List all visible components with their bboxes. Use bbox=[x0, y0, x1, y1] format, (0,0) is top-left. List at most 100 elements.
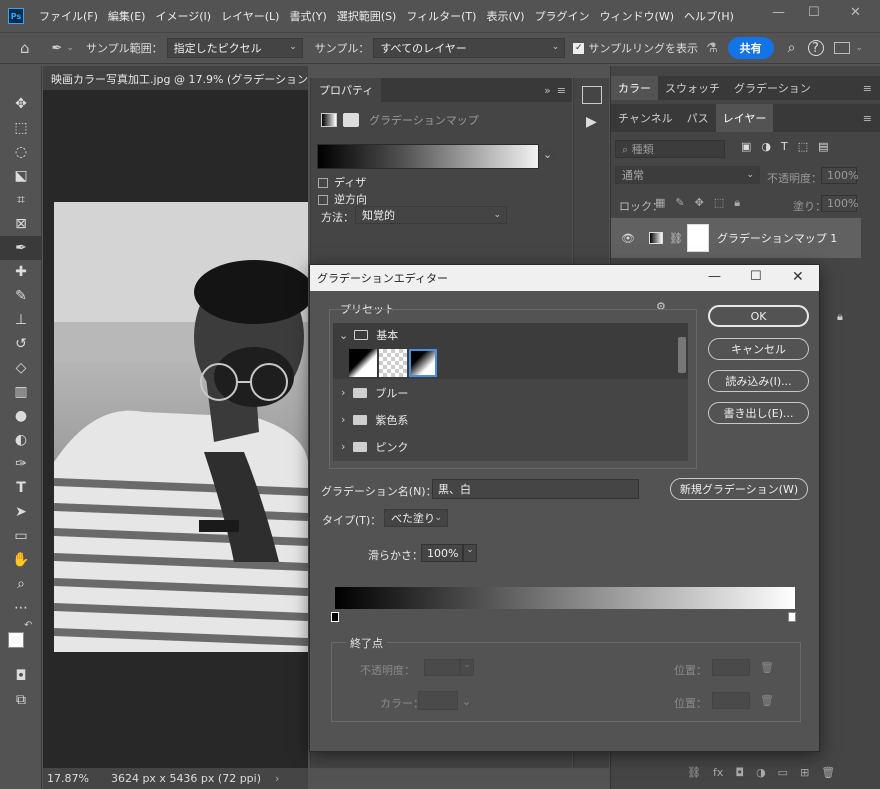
menu-type[interactable]: 書式(Y) bbox=[284, 8, 331, 24]
reverse-checkbox[interactable] bbox=[318, 195, 328, 205]
dither-row[interactable]: ディザ bbox=[318, 174, 366, 190]
load-button[interactable]: 読み込み(I)... bbox=[708, 370, 809, 392]
preset-swatch[interactable] bbox=[349, 349, 377, 377]
chevron-right-icon[interactable]: › bbox=[275, 772, 279, 785]
hand-tool-icon[interactable]: ✋ bbox=[0, 548, 42, 572]
show-ring-checkbox[interactable]: ✓ bbox=[573, 42, 585, 54]
brush-tool-icon[interactable]: ✎ bbox=[0, 284, 42, 308]
menu-plugins[interactable]: プラグイン bbox=[530, 8, 595, 24]
artboard-icon[interactable]: ⬚ bbox=[714, 196, 724, 210]
tab-color[interactable]: カラー bbox=[611, 76, 658, 100]
chevron-down-icon[interactable]: ⌄ bbox=[541, 148, 555, 161]
workspace-icon[interactable] bbox=[833, 42, 850, 54]
color-stop-right[interactable] bbox=[788, 612, 796, 622]
menu-filter[interactable]: フィルター(T) bbox=[401, 8, 481, 24]
tab-paths[interactable]: パス bbox=[680, 106, 716, 130]
smart-object-filter-icon[interactable]: ▤ bbox=[818, 140, 828, 153]
path-select-tool-icon[interactable]: ➤ bbox=[0, 500, 42, 524]
menu-select[interactable]: 選択範囲(S) bbox=[332, 8, 402, 24]
eraser-tool-icon[interactable]: ◇ bbox=[0, 356, 42, 380]
image-filter-icon[interactable]: ▣ bbox=[741, 140, 751, 153]
tab-properties[interactable]: プロパティ bbox=[311, 78, 382, 102]
pen-tool-icon[interactable]: ✑ bbox=[0, 452, 42, 476]
chevron-right-icon[interactable]: › bbox=[341, 413, 345, 426]
gradient-preview[interactable] bbox=[317, 144, 539, 169]
mask-icon[interactable] bbox=[343, 113, 359, 127]
smoothness-input[interactable]: 100% bbox=[421, 544, 463, 562]
panel-menu-icon[interactable]: ≡ bbox=[557, 84, 566, 97]
layer-kind-filter[interactable]: ⌕ 種類 bbox=[615, 140, 725, 158]
healing-brush-icon[interactable]: ✚ bbox=[0, 260, 42, 284]
gradient-tool-icon[interactable]: ▥ bbox=[0, 380, 42, 404]
stamp-tool-icon[interactable]: ⊥ bbox=[0, 308, 42, 332]
method-select[interactable]: 知覚的 ⌄ bbox=[355, 206, 507, 224]
home-icon[interactable]: ⌂ bbox=[20, 39, 30, 57]
smoothness-dropdown[interactable]: ⌄ bbox=[463, 544, 477, 562]
type-tool-icon[interactable]: T bbox=[0, 476, 42, 500]
chevron-down-icon[interactable]: ⌄ bbox=[856, 43, 864, 53]
more-tools-icon[interactable]: ⋯ bbox=[0, 596, 42, 620]
new-group-icon[interactable]: ▭ bbox=[778, 766, 788, 779]
lock-pixels-icon[interactable]: ✎ bbox=[675, 196, 684, 210]
chevron-right-icon[interactable]: › bbox=[341, 386, 345, 399]
chevron-down-icon[interactable]: ⌄ bbox=[339, 329, 348, 342]
layer-row[interactable]: 👁︎ ⛓︎ グラデーションマップ 1 bbox=[611, 218, 861, 258]
zoom-tool-icon[interactable]: ⌕ bbox=[0, 572, 42, 596]
menu-image[interactable]: イメージ(I) bbox=[150, 8, 216, 24]
type-filter-icon[interactable]: T bbox=[781, 140, 788, 153]
object-select-tool-icon[interactable]: ⬕ bbox=[0, 164, 42, 188]
minimize-icon[interactable]: — bbox=[772, 5, 785, 20]
gradient-type-select[interactable]: べた塗り ⌄ bbox=[384, 509, 448, 527]
lasso-tool-icon[interactable]: ◌ bbox=[0, 140, 42, 164]
lock-position-icon[interactable]: ✥ bbox=[695, 196, 704, 210]
screen-mode-icon[interactable]: ⧉ bbox=[0, 688, 42, 712]
close-icon[interactable]: ✕ bbox=[850, 5, 861, 20]
preset-folder-purple[interactable]: › 紫色系 bbox=[333, 406, 688, 433]
cancel-button[interactable]: キャンセル bbox=[708, 338, 809, 360]
trash-icon[interactable]: 🗑︎ bbox=[821, 766, 835, 779]
document-tab[interactable]: 映画カラー写真加工.jpg @ 17.9% (グラデーションマップ 1, bbox=[43, 66, 308, 90]
new-adjustment-icon[interactable]: ◑ bbox=[756, 766, 766, 779]
new-gradient-button[interactable]: 新規グラデーション(W) bbox=[670, 478, 808, 500]
tab-channels[interactable]: チャンネル bbox=[611, 106, 680, 130]
sample-size-select[interactable]: 指定したピクセル ⌄ bbox=[166, 38, 303, 58]
crop-tool-icon[interactable]: ⌗ bbox=[0, 188, 42, 212]
swap-colors-icon[interactable]: ↶ bbox=[24, 620, 32, 631]
minimize-icon[interactable]: — bbox=[708, 269, 721, 284]
shape-filter-icon[interactable]: ⬚ bbox=[798, 140, 808, 153]
adjustment-filter-icon[interactable]: ◑ bbox=[761, 140, 771, 153]
gradient-name-input[interactable]: 黒、白 bbox=[432, 479, 639, 499]
ok-button[interactable]: OK bbox=[708, 305, 809, 327]
menu-layer[interactable]: レイヤー(L) bbox=[216, 8, 284, 24]
reverse-row[interactable]: 逆方向 bbox=[318, 191, 367, 207]
color-swatches[interactable]: ↶ bbox=[0, 620, 41, 664]
rectangle-tool-icon[interactable]: ▭ bbox=[0, 524, 42, 548]
link-icon[interactable]: ⛓︎ bbox=[669, 232, 683, 245]
layer-mask-thumbnail[interactable] bbox=[686, 224, 709, 252]
menu-file[interactable]: ファイル(F) bbox=[34, 8, 103, 24]
play-icon[interactable]: ▶ bbox=[586, 114, 609, 130]
preset-folder-basic[interactable]: ⌄ 基本 bbox=[333, 323, 688, 347]
menu-edit[interactable]: 編集(E) bbox=[103, 8, 151, 24]
fx-icon[interactable]: fx bbox=[713, 766, 723, 779]
help-icon[interactable]: ? bbox=[807, 40, 824, 56]
blend-mode-select[interactable]: 通常 ⌄ bbox=[615, 166, 760, 184]
quick-mask-icon[interactable]: ◘ bbox=[0, 664, 42, 688]
presets-scrollbar[interactable] bbox=[678, 337, 686, 373]
move-tool-icon[interactable]: ✥ bbox=[0, 92, 42, 116]
zoom-level[interactable]: 17.87% bbox=[47, 772, 89, 785]
lock-transparent-icon[interactable]: ▦ bbox=[655, 196, 665, 210]
search-icon[interactable]: ⌕ bbox=[788, 40, 796, 56]
fill-field[interactable]: 100% bbox=[821, 195, 858, 212]
menu-help[interactable]: ヘルプ(H) bbox=[679, 8, 739, 24]
eyedropper-tool-icon[interactable]: ✒ bbox=[52, 41, 63, 56]
link-layers-icon[interactable]: ⛓︎ bbox=[687, 766, 701, 779]
marquee-tool-icon[interactable]: ⬚ bbox=[0, 116, 42, 140]
maximize-icon[interactable]: ☐ bbox=[808, 5, 820, 20]
panel-menu-icon[interactable]: ≡ bbox=[863, 112, 872, 125]
tab-gradients[interactable]: グラデーション bbox=[727, 76, 818, 100]
history-brush-icon[interactable]: ↺ bbox=[0, 332, 42, 356]
eye-icon[interactable]: 👁︎ bbox=[621, 232, 635, 245]
chevron-down-icon[interactable]: ⌄ bbox=[66, 43, 74, 53]
opacity-field[interactable]: 100% bbox=[821, 167, 858, 184]
